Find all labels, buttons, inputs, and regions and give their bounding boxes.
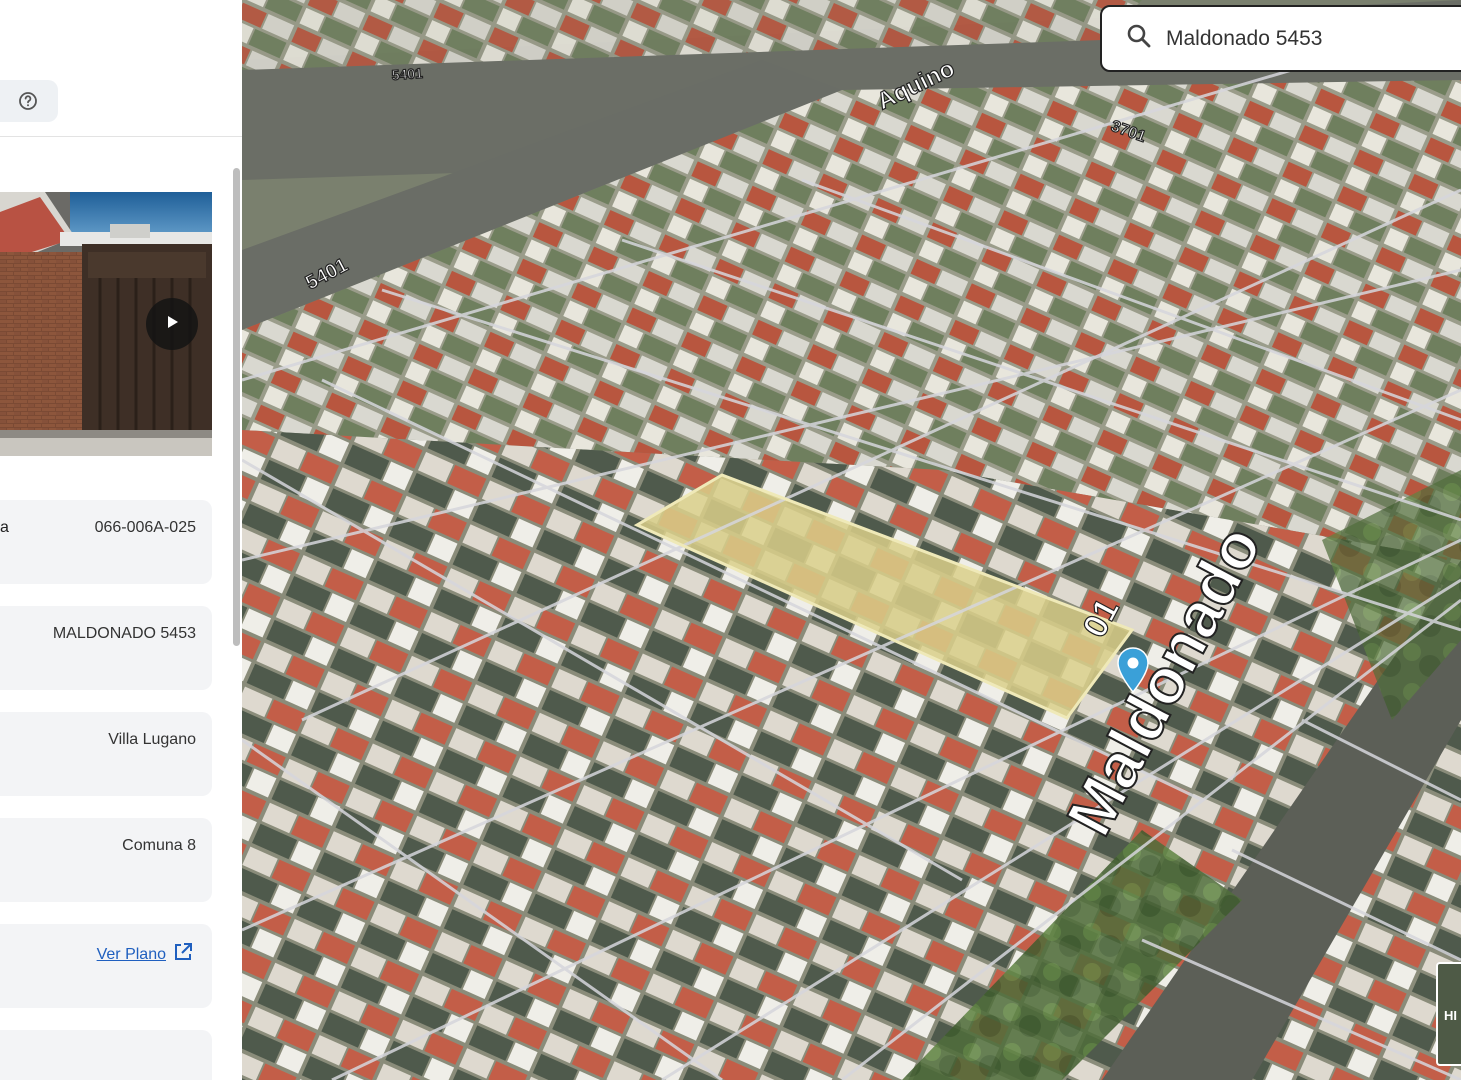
next-card xyxy=(0,1030,212,1080)
map-pin-icon[interactable] xyxy=(1115,646,1151,694)
card-label: a xyxy=(0,519,9,536)
card-value: MALDONADO 5453 xyxy=(52,625,196,642)
map-view[interactable]: Aquino 5401 5401 3701 01 Maldonado Maldo… xyxy=(242,0,1461,1080)
ver-plano-link[interactable]: Ver Plano xyxy=(97,941,194,968)
parcel-info-panel: a 066-006A-025 MALDONADO 5453 Villa Luga… xyxy=(0,0,242,1080)
card-value: Comuna 8 xyxy=(122,837,196,854)
app-root: a 066-006A-025 MALDONADO 5453 Villa Luga… xyxy=(0,0,1461,1080)
help-circle-icon xyxy=(18,91,38,111)
street-number-label: 5401 xyxy=(391,65,423,83)
external-link-icon xyxy=(172,941,194,968)
plan-card: Ver Plano xyxy=(0,924,212,1008)
search-box[interactable] xyxy=(1100,5,1461,72)
neighborhood-card: Villa Lugano xyxy=(0,712,212,796)
search-input[interactable] xyxy=(1166,26,1446,51)
help-button[interactable] xyxy=(0,80,58,122)
panel-header xyxy=(0,0,242,137)
play-button[interactable] xyxy=(146,298,198,350)
parcel-smp-card: a 066-006A-025 xyxy=(0,500,212,584)
street-view-photo[interactable] xyxy=(0,192,212,456)
basemap-toggle-button[interactable]: HI xyxy=(1436,962,1461,1066)
commune-card: Comuna 8 xyxy=(0,818,212,902)
address-card: MALDONADO 5453 xyxy=(0,606,212,690)
panel-scrollbar[interactable] xyxy=(230,168,242,1044)
scrollbar-thumb[interactable] xyxy=(233,168,240,646)
search-icon[interactable] xyxy=(1126,23,1152,54)
link-text: Ver Plano xyxy=(96,945,166,963)
card-value: 066-006A-025 xyxy=(94,519,196,536)
card-value: Villa Lugano xyxy=(108,731,196,748)
play-icon xyxy=(164,314,180,335)
satellite-3d-basemap[interactable]: Aquino 5401 5401 3701 01 Maldonado xyxy=(242,0,1461,1080)
basemap-toggle-label: HI xyxy=(1444,1008,1457,1023)
